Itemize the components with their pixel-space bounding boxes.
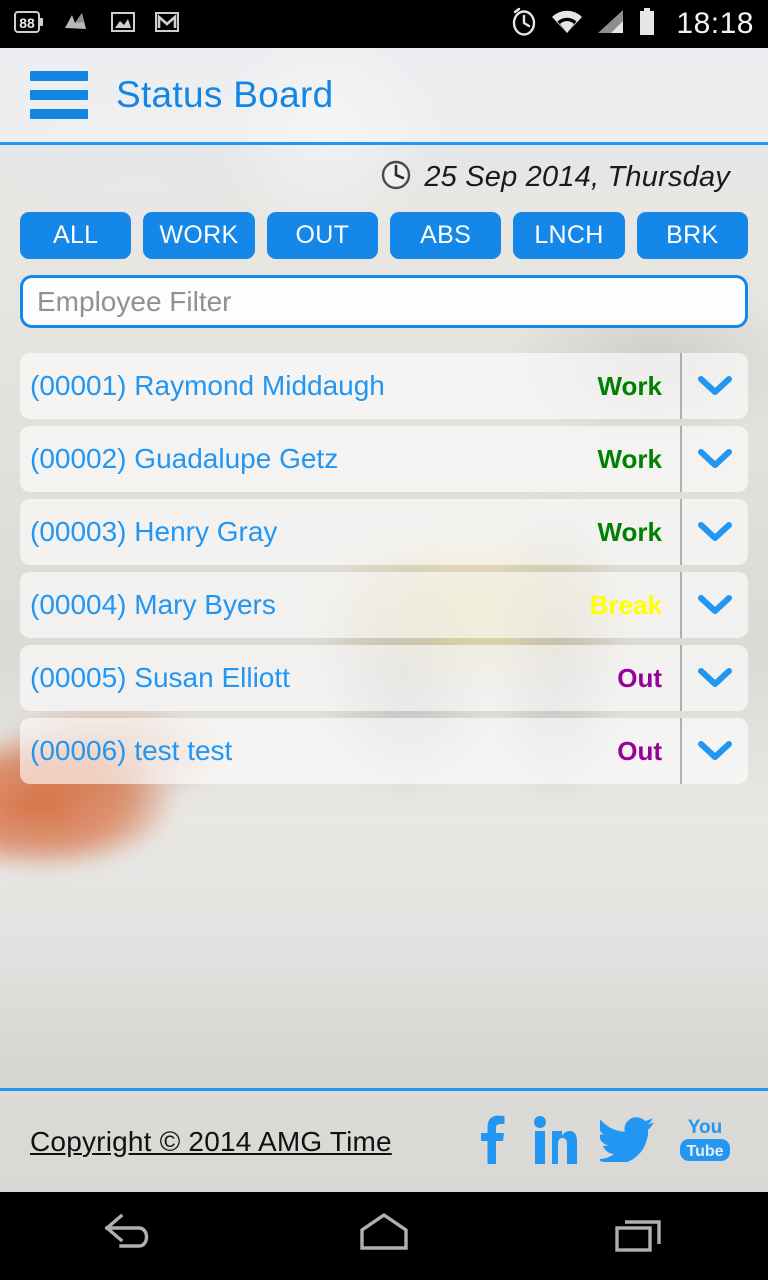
youtube-icon[interactable]: You Tube: [676, 1113, 734, 1170]
status-filter-buttons: ALL WORK OUT ABS LNCH BRK: [0, 212, 768, 259]
sketch-app-icon: [62, 10, 92, 39]
employee-row[interactable]: (00003) Henry Gray Work: [20, 499, 748, 565]
alarm-clock-icon: [510, 7, 538, 42]
app-action-bar: Status Board: [0, 48, 768, 145]
chevron-down-icon[interactable]: [680, 718, 748, 784]
copyright-link[interactable]: Copyright © 2014 AMG Time: [30, 1126, 392, 1158]
app-container: Status Board 25 Sep 2014, Thursday ALL W…: [0, 48, 768, 1192]
status-badge: Out: [617, 662, 662, 693]
status-badge: Work: [597, 516, 662, 547]
employee-row[interactable]: (00004) Mary Byers Break: [20, 572, 748, 638]
clock-icon: [380, 159, 412, 196]
employee-row[interactable]: (00005) Susan Elliott Out: [20, 645, 748, 711]
chevron-down-icon[interactable]: [680, 353, 748, 419]
facebook-icon[interactable]: [476, 1114, 510, 1169]
nav-recents-button[interactable]: [605, 1206, 675, 1267]
cellular-signal-icon: [596, 8, 626, 41]
employee-status-list: (00001) Raymond Middaugh Work (00002) Gu…: [0, 353, 768, 784]
status-bar-notification-icons: 88: [14, 10, 510, 39]
hamburger-menu-icon[interactable]: [30, 71, 88, 119]
filter-button-all[interactable]: ALL: [20, 212, 132, 259]
employee-row[interactable]: (00001) Raymond Middaugh Work: [20, 353, 748, 419]
svg-text:88: 88: [19, 15, 35, 31]
social-links: You Tube: [476, 1113, 734, 1170]
status-bar-system-icons: 18:18: [510, 7, 754, 42]
linkedin-icon[interactable]: [532, 1114, 578, 1169]
main-content: 25 Sep 2014, Thursday ALL WORK OUT ABS L…: [0, 148, 768, 1088]
current-date-text: 25 Sep 2014, Thursday: [424, 160, 730, 193]
employee-name: (00004) Mary Byers: [30, 589, 276, 620]
svg-text:You: You: [688, 1117, 722, 1138]
employee-row[interactable]: (00006) test test Out: [20, 718, 748, 784]
status-badge: Out: [617, 735, 662, 766]
svg-text:Tube: Tube: [686, 1143, 723, 1160]
status-badge: Work: [597, 370, 662, 401]
status-badge: Break: [589, 589, 662, 620]
status-bar-clock: 18:18: [676, 7, 754, 40]
employee-row[interactable]: (00002) Guadalupe Getz Work: [20, 426, 748, 492]
gallery-image-icon: [110, 10, 136, 39]
hamburger-bar: [30, 71, 88, 81]
filter-button-out[interactable]: OUT: [266, 212, 378, 259]
hamburger-bar: [30, 109, 88, 119]
chevron-down-icon[interactable]: [680, 572, 748, 638]
employee-filter-input[interactable]: [20, 275, 748, 328]
chevron-down-icon[interactable]: [680, 645, 748, 711]
chevron-down-icon[interactable]: [680, 426, 748, 492]
status-badge: Work: [597, 443, 662, 474]
chevron-down-icon[interactable]: [680, 499, 748, 565]
phone-screen: 88 18:18 Status Board 25 Sep 2014, Thurs…: [0, 0, 768, 1280]
employee-filter-wrapper: [0, 275, 768, 328]
employee-name: (00003) Henry Gray: [30, 516, 278, 547]
employee-name: (00001) Raymond Middaugh: [30, 370, 385, 401]
filter-button-abs[interactable]: ABS: [389, 212, 502, 259]
current-date-row: 25 Sep 2014, Thursday: [0, 148, 768, 206]
page-title: Status Board: [116, 74, 334, 115]
nav-home-button[interactable]: [349, 1206, 419, 1267]
battery-icon: [638, 7, 656, 42]
battery-88-badge-icon: 88: [14, 10, 44, 39]
twitter-icon[interactable]: [596, 1116, 654, 1167]
filter-button-work[interactable]: WORK: [143, 212, 255, 259]
nav-back-button[interactable]: [93, 1206, 163, 1267]
employee-name: (00002) Guadalupe Getz: [30, 443, 339, 474]
gmail-icon: [154, 10, 180, 39]
hamburger-bar: [30, 90, 88, 100]
wifi-icon: [550, 8, 584, 41]
employee-name: (00006) test test: [30, 735, 233, 766]
filter-button-brk[interactable]: BRK: [636, 212, 748, 259]
filter-button-lnch[interactable]: LNCH: [513, 212, 625, 259]
android-navigation-bar: [0, 1192, 768, 1280]
employee-name: (00005) Susan Elliott: [30, 662, 290, 693]
app-footer: Copyright © 2014 AMG Time You Tube: [0, 1088, 768, 1192]
android-status-bar: 88 18:18: [0, 0, 768, 48]
